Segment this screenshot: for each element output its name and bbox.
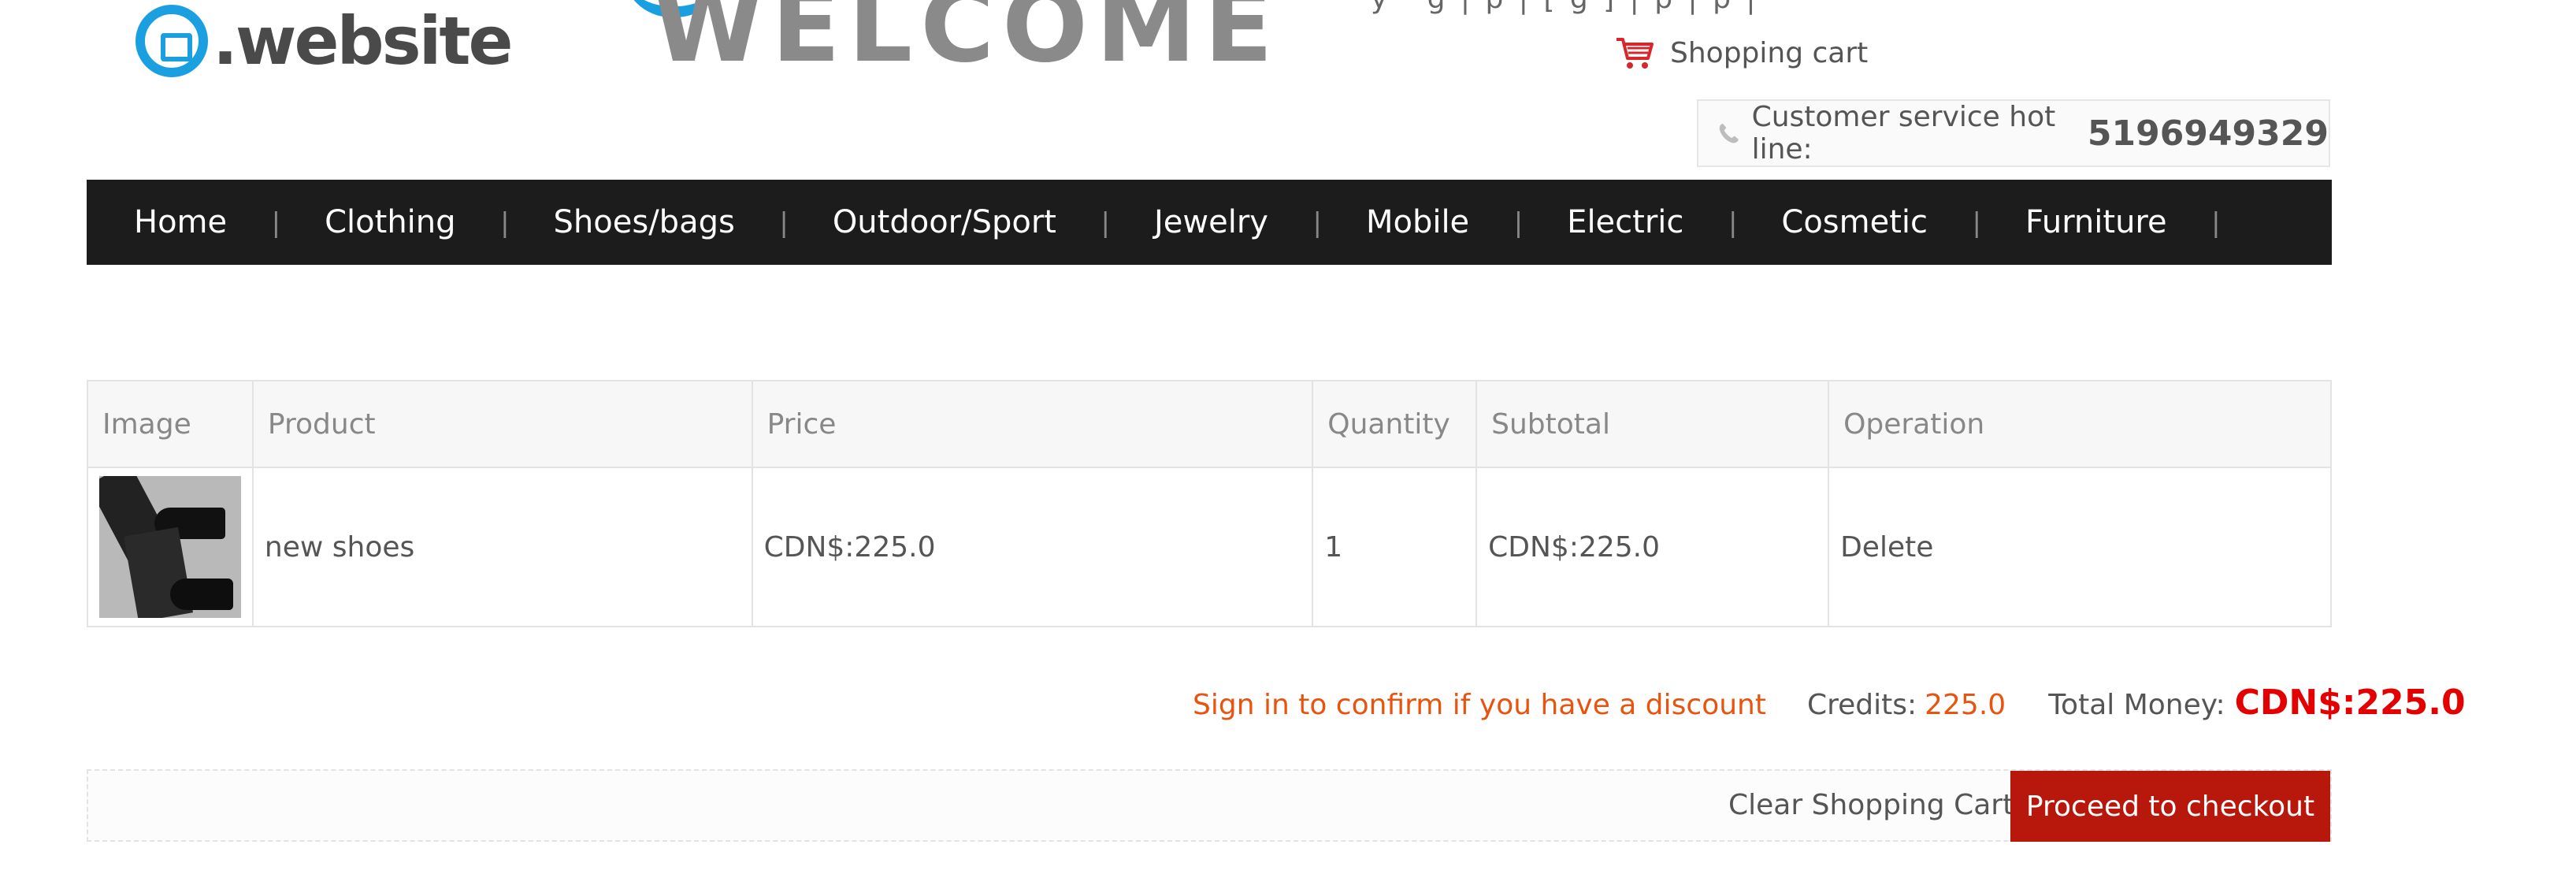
- total-money-value: CDN$:225.0: [2234, 683, 2466, 723]
- nav-item-clothing[interactable]: Clothing: [277, 204, 510, 240]
- product-thumbnail[interactable]: [99, 476, 241, 618]
- cart-icon: [1616, 38, 1654, 69]
- nav-item-furniture[interactable]: Furniture: [1978, 204, 2220, 240]
- shopping-cart-label: Shopping cart: [1670, 36, 1869, 69]
- shopping-cart-link[interactable]: Shopping cart: [1615, 35, 1868, 71]
- nav-item-cosmetic[interactable]: Cosmetic: [1734, 204, 1980, 240]
- cart-table: Image Product Price Quantity Subtotal Op…: [87, 380, 2332, 627]
- cell-quantity: 1: [1312, 467, 1478, 627]
- column-header-quantity: Quantity: [1312, 380, 1478, 468]
- nav-item-outdoor-sport[interactable]: Outdoor/Sport: [785, 204, 1110, 240]
- cell-image: [87, 467, 254, 627]
- cell-product-name[interactable]: new shoes: [251, 467, 753, 627]
- nav-item-jewelry[interactable]: Jewelry: [1107, 204, 1322, 240]
- proceed-to-checkout-button[interactable]: Proceed to checkout: [2010, 771, 2330, 842]
- discount-signin-link[interactable]: Sign in to confirm if you have a discoun…: [1193, 689, 1766, 721]
- column-header-product: Product: [251, 380, 753, 468]
- top-links-bar[interactable]: y · g | p | [ g ] | p | p |: [1371, 0, 1759, 15]
- table-header-row: Image Product Price Quantity Subtotal Op…: [87, 380, 2332, 468]
- logo-text: .website: [213, 2, 514, 80]
- cell-subtotal: CDN$:225.0: [1475, 467, 1830, 627]
- column-header-price: Price: [751, 380, 1314, 468]
- welcome-banner: WELCOME: [652, 0, 1281, 85]
- hotline-label: Customer service hot line:: [1751, 101, 2056, 166]
- nav-item-shoes-bags[interactable]: Shoes/bags: [507, 204, 789, 240]
- column-header-subtotal: Subtotal: [1475, 380, 1830, 468]
- clear-cart-button[interactable]: Clear Shopping Cart: [1728, 785, 2014, 826]
- nav-item-mobile[interactable]: Mobile: [1319, 204, 1523, 240]
- delete-link[interactable]: Delete: [1828, 467, 2332, 627]
- hotline-number: 5196949329: [2087, 113, 2329, 154]
- cell-price: CDN$:225.0: [751, 467, 1314, 627]
- hotline-box: Customer service hot line: 5196949329: [1697, 99, 2330, 167]
- nav-item-electric[interactable]: Electric: [1520, 204, 1737, 240]
- credits-value: 225.0: [1925, 689, 2006, 721]
- credits-label: Credits:: [1806, 689, 1917, 721]
- main-nav: Home Clothing Shoes/bags Outdoor/Sport J…: [87, 180, 2332, 265]
- table-row: new shoes CDN$:225.0 1 CDN$:225.0 Delete: [87, 467, 2332, 627]
- column-header-operation: Operation: [1828, 380, 2332, 468]
- checkout-button-label: Proceed to checkout: [2025, 790, 2315, 823]
- order-summary: Sign in to confirm if you have a discoun…: [1193, 683, 2466, 723]
- nav-item-home[interactable]: Home: [87, 204, 280, 240]
- column-header-image: Image: [87, 380, 254, 468]
- site-logo[interactable]: .website: [135, 0, 514, 82]
- phone-icon: [1719, 123, 1739, 143]
- total-money-label: Total Money:: [2048, 689, 2225, 721]
- logo-mark-icon: [135, 5, 208, 77]
